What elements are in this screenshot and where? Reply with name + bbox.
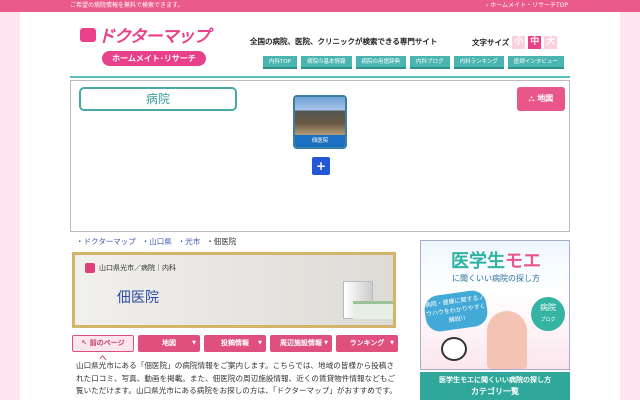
hospital-photo	[295, 97, 345, 135]
hospital-category: 山口県光市／病院｜内科	[85, 263, 176, 273]
hospital-pin-popup[interactable]: 佃医院	[293, 95, 347, 149]
tab-posts[interactable]: 投稿情報 ▼	[204, 335, 266, 352]
top-notice: ご希望の病院情報を無料で検索できます。	[70, 2, 184, 9]
page-title: 佃医院	[117, 290, 159, 306]
tab-nearby[interactable]: 周辺施設情報 ▼	[270, 335, 332, 352]
map-button[interactable]: ⛬ 地図	[517, 87, 565, 111]
character-illustration	[487, 311, 527, 369]
logo-subtext: ホームメイト･リサーチ	[102, 51, 206, 66]
font-size-medium-button[interactable]: 中	[528, 36, 542, 49]
chevron-down-icon: ▼	[324, 340, 328, 346]
nav-item[interactable]: 病院の基本情報	[301, 56, 352, 69]
breadcrumb: ・ドクターマップ ・山口県 ・光市 ・佃医院	[76, 236, 236, 247]
ad-title: 医学生モエ	[451, 251, 541, 272]
font-size-label: 文字サイズ	[472, 38, 510, 47]
section-tabs: ↖ 前のページへ 地図 ▼ 投稿情報 ▼ 周辺施設情報 ▼ ランキング ▼	[72, 335, 398, 362]
font-size-small-button[interactable]: 小	[512, 36, 526, 49]
main-nav: 内科TOP 病院の基本情報 病院の用語辞典 内科ブログ 内科ランキング 医師イン…	[263, 56, 564, 69]
tab-ranking[interactable]: ランキング ▼	[336, 335, 398, 352]
breadcrumb-item[interactable]: ・ドクターマップ	[76, 236, 136, 247]
chevron-down-icon: ▼	[192, 340, 196, 346]
person-icon	[85, 263, 95, 273]
ad-caption-link[interactable]: 医学生モエに聞くいい病院の探し方 カテゴリ一覧	[420, 372, 570, 400]
nav-item[interactable]: 内科TOP	[263, 56, 298, 69]
font-size-large-button[interactable]: 大	[544, 36, 558, 49]
back-button[interactable]: ↖ 前のページへ	[72, 335, 134, 362]
tab-map[interactable]: 地図 ▼	[138, 335, 200, 352]
map-category-label: 病院	[79, 87, 237, 111]
ad-bubble: 病院・健康に関するノウハウをわかりやすく解説!!	[422, 288, 490, 334]
pin-label: 佃医院	[295, 135, 345, 147]
nav-item[interactable]: 医師インタビュー	[507, 56, 564, 69]
blog-ad-banner[interactable]: 医学生モエ に聞くいい病院の探し方 病院・健康に関するノウハウをわかりやすく解説…	[420, 240, 570, 370]
logo[interactable]: ドクターマップ ホームメイト･リサーチ	[80, 22, 220, 68]
hospital-banner: 山口県光市／病院｜内科 佃医院	[72, 252, 396, 328]
top-bar: ご希望の病院情報を無料で検索できます。 › ホームメイト・リサーチTOP	[0, 0, 640, 12]
description: 山口県光市にある「佃医院」の病院情報をご案内します。こちらでは、地域の皆様から投…	[76, 361, 397, 395]
nav-item[interactable]: 内科ブログ	[410, 56, 450, 69]
breadcrumb-current: ・佃医院	[206, 237, 237, 246]
nav-item[interactable]: 内科ランキング	[453, 56, 504, 69]
font-size-control: 文字サイズ 小 中 大	[472, 36, 558, 49]
divider	[70, 76, 570, 78]
breadcrumb-item[interactable]: ・山口県	[142, 236, 172, 247]
hospital-marker-icon[interactable]: +	[312, 157, 330, 175]
tagline: 全国の病院、医院、クリニックが検索できる専門サイト	[250, 37, 438, 46]
medical-bag-icon	[80, 28, 96, 42]
building-illustration	[353, 301, 393, 319]
breadcrumb-item[interactable]: ・光市	[178, 236, 201, 247]
home-top-link[interactable]: › ホームメイト・リサーチTOP	[486, 0, 568, 12]
map-button-label: 地図	[537, 94, 554, 103]
logo-text: ドクターマップ	[98, 27, 210, 47]
chevron-down-icon: ▼	[258, 340, 262, 346]
ad-badge: 病院 ブログ	[531, 297, 565, 331]
nav-item[interactable]: 病院の用語辞典	[355, 56, 407, 69]
panda-illustration	[441, 337, 467, 361]
map-icon: ⛬	[528, 94, 538, 103]
map-area[interactable]: 病院 ⛬ 地図 佃医院 +	[70, 80, 570, 232]
chevron-down-icon: ▼	[390, 340, 394, 346]
ad-subtitle: に聞くいい病院の探し方	[452, 274, 540, 283]
